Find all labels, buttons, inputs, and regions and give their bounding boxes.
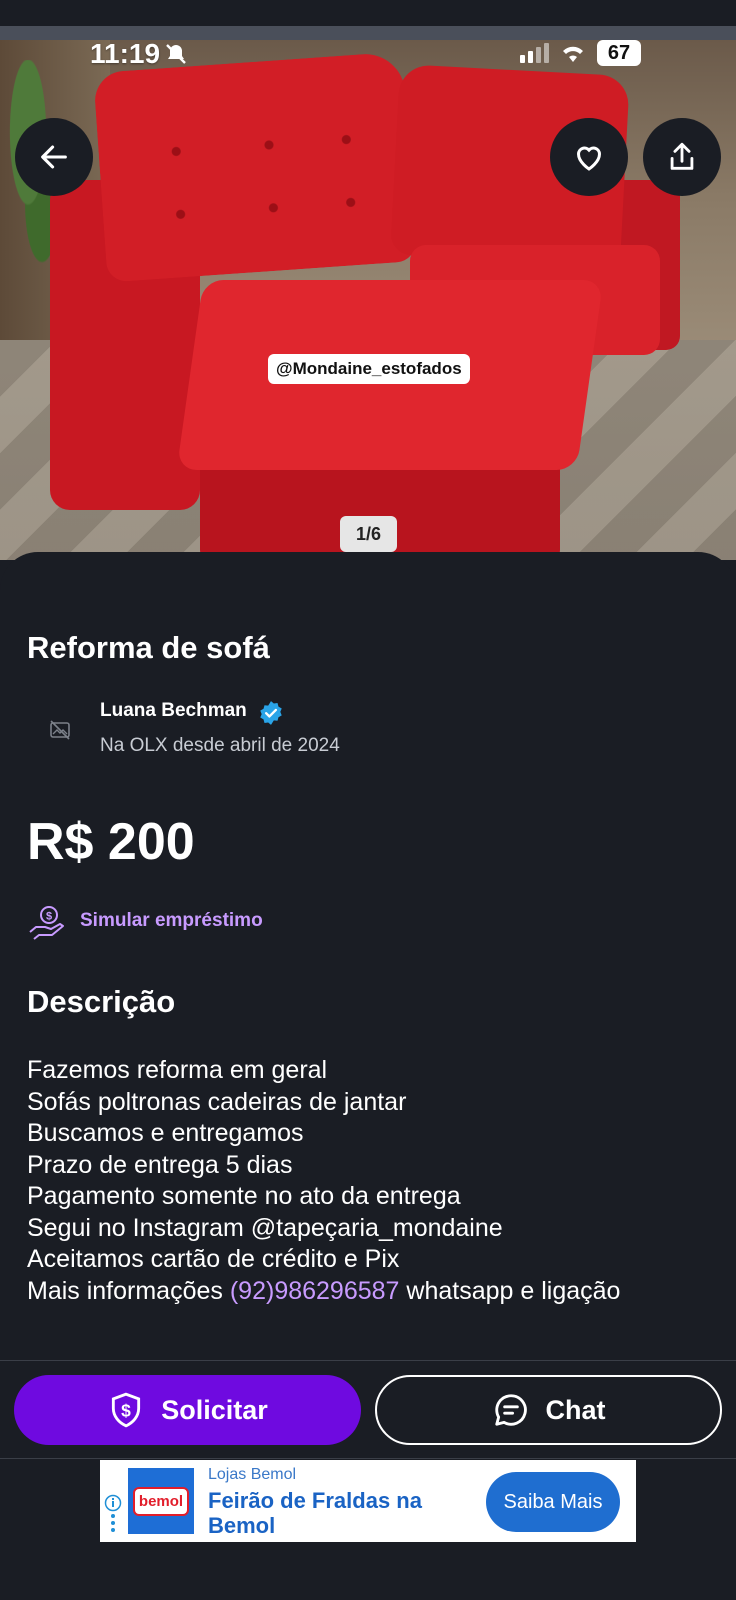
svg-text:$: $	[46, 911, 52, 923]
description-line: Segui no Instagram @tapeçaria_mondaine	[27, 1213, 503, 1242]
description-heading: Descrição	[27, 984, 176, 1019]
chat-label: Chat	[545, 1394, 606, 1425]
svg-text:$: $	[121, 1400, 131, 1420]
description-line: Fazemos reforma em geral	[27, 1056, 328, 1084]
solicitar-button[interactable]: $ Solicitar	[14, 1375, 361, 1445]
listing-image[interactable]: @Mondaine_estofados	[0, 40, 736, 560]
status-icons: 67	[520, 40, 641, 66]
description-text: Fazemos reforma em geral Sofás poltronas…	[27, 1055, 717, 1307]
image-placeholder-icon	[50, 720, 70, 740]
shield-dollar-icon: $	[112, 1392, 141, 1428]
signal-icon	[520, 43, 549, 63]
ad-brand: Lojas Bemol	[208, 1466, 297, 1483]
top-bar	[0, 0, 736, 26]
description-line: Prazo de entrega 5 dias	[27, 1150, 293, 1179]
bell-off-icon	[166, 44, 186, 64]
favorite-button[interactable]	[550, 118, 628, 196]
divider	[0, 1360, 736, 1361]
wifi-icon	[563, 46, 583, 62]
listing-price: R$ 200	[27, 813, 195, 871]
chat-bubble-icon	[494, 1394, 527, 1426]
description-line: Buscamos e entregamos	[27, 1119, 304, 1147]
chat-button[interactable]: Chat	[375, 1375, 722, 1445]
divider	[0, 1458, 736, 1459]
description-line: Aceitamos cartão de crédito e Pix	[27, 1245, 400, 1273]
seller-name[interactable]: Luana Bechman	[100, 700, 247, 722]
seller-since: Na OLX desde abril de 2024	[100, 735, 340, 756]
share-button[interactable]	[643, 118, 721, 196]
status-time: 11:19	[90, 38, 161, 69]
description-line: Pagamento somente no ato da entrega	[27, 1182, 461, 1210]
ad-info-icon[interactable]	[104, 1494, 122, 1534]
ad-headline: Feirão de Fraldas na Bemol	[208, 1488, 422, 1538]
description-line-contact: Mais informações (92)986296587 whatsapp …	[27, 1276, 717, 1308]
description-line: Sofás poltronas cadeiras de jantar	[27, 1087, 407, 1116]
ad-logo-text: bemol	[132, 1486, 190, 1516]
ad-banner[interactable]: bemol Lojas Bemol Feirão de Fraldas na B…	[100, 1460, 636, 1542]
ad-logo: bemol	[128, 1468, 194, 1534]
contact-prefix: Mais informações	[27, 1276, 230, 1305]
ad-cta-button[interactable]: Saiba Mais	[486, 1472, 620, 1532]
contact-suffix: whatsapp e ligação	[399, 1276, 621, 1305]
simulate-loan-link[interactable]: Simular empréstimo	[80, 910, 263, 932]
arrow-left-icon	[41, 145, 67, 169]
image-watermark: @Mondaine_estofados	[268, 354, 470, 384]
share-icon	[670, 142, 694, 170]
back-button[interactable]	[15, 118, 93, 196]
heart-icon	[576, 146, 602, 171]
money-hand-icon: $	[29, 906, 64, 940]
photo-sofa-back	[93, 51, 417, 283]
solicitar-label: Solicitar	[161, 1394, 268, 1425]
image-counter: 1/6	[340, 516, 397, 552]
verified-badge-icon	[260, 701, 282, 725]
phone-link[interactable]: (92)986296587	[230, 1277, 400, 1305]
listing-title: Reforma de sofá	[27, 630, 270, 665]
battery-indicator: 67	[597, 40, 641, 66]
